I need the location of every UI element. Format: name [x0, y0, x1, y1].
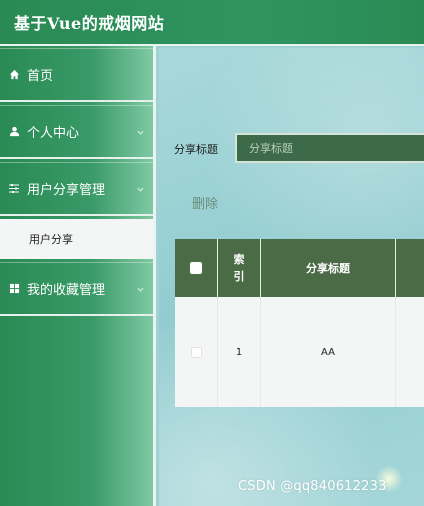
sidebar-item-profile[interactable]: 个人中心	[0, 105, 153, 159]
sidebar-item-label: 个人中心	[27, 126, 80, 141]
data-table: 索引 分享标题 1 AA	[175, 239, 424, 407]
watermark: CSDN @qq840612233	[238, 479, 387, 494]
chevron-down-icon	[136, 283, 145, 298]
row-checkbox[interactable]	[190, 346, 202, 358]
chevron-down-icon	[136, 126, 145, 141]
sidebar-item-share-management[interactable]: 用户分享管理	[0, 162, 153, 216]
column-header-index: 索引	[218, 239, 261, 297]
sidebar: 首页 个人中心 用户分享管理 用户分享 我的收藏管理	[0, 46, 156, 506]
search-input[interactable]: 分享标题	[235, 133, 424, 163]
search-label: 分享标题	[174, 143, 218, 156]
row-title: AA	[261, 297, 396, 407]
sidebar-subitem-user-share[interactable]: 用户分享	[0, 219, 153, 259]
row-index: 1	[218, 297, 261, 407]
sidebar-item-label: 首页	[27, 69, 54, 84]
table-row[interactable]: 1 AA	[175, 297, 424, 407]
table-header: 索引 分享标题	[175, 239, 424, 297]
delete-button[interactable]: 删除	[192, 193, 218, 212]
sidebar-subitem-label: 用户分享	[29, 233, 73, 246]
header-checkbox-cell[interactable]	[175, 239, 218, 297]
row-checkbox-cell[interactable]	[175, 297, 218, 407]
app-header: 基于Vue的戒烟网站	[0, 0, 424, 46]
select-all-checkbox[interactable]	[190, 262, 202, 274]
sliders-icon	[7, 182, 21, 196]
sidebar-item-favorites[interactable]: 我的收藏管理	[0, 262, 153, 316]
home-icon	[7, 68, 21, 82]
grid-icon	[7, 282, 21, 296]
row-extra	[396, 297, 424, 407]
chevron-down-icon	[136, 183, 145, 198]
user-icon	[7, 125, 21, 139]
column-header-extra	[396, 239, 424, 297]
search-placeholder: 分享标题	[249, 142, 293, 155]
column-header-title: 分享标题	[261, 239, 396, 297]
app-title: 基于Vue的戒烟网站	[14, 14, 165, 33]
main-content: 分享标题 分享标题 删除 索引 分享标题 1 AA	[159, 48, 424, 506]
sidebar-item-home[interactable]: 首页	[0, 48, 153, 102]
sidebar-item-label: 我的收藏管理	[27, 283, 106, 298]
sidebar-item-label: 用户分享管理	[27, 183, 106, 198]
